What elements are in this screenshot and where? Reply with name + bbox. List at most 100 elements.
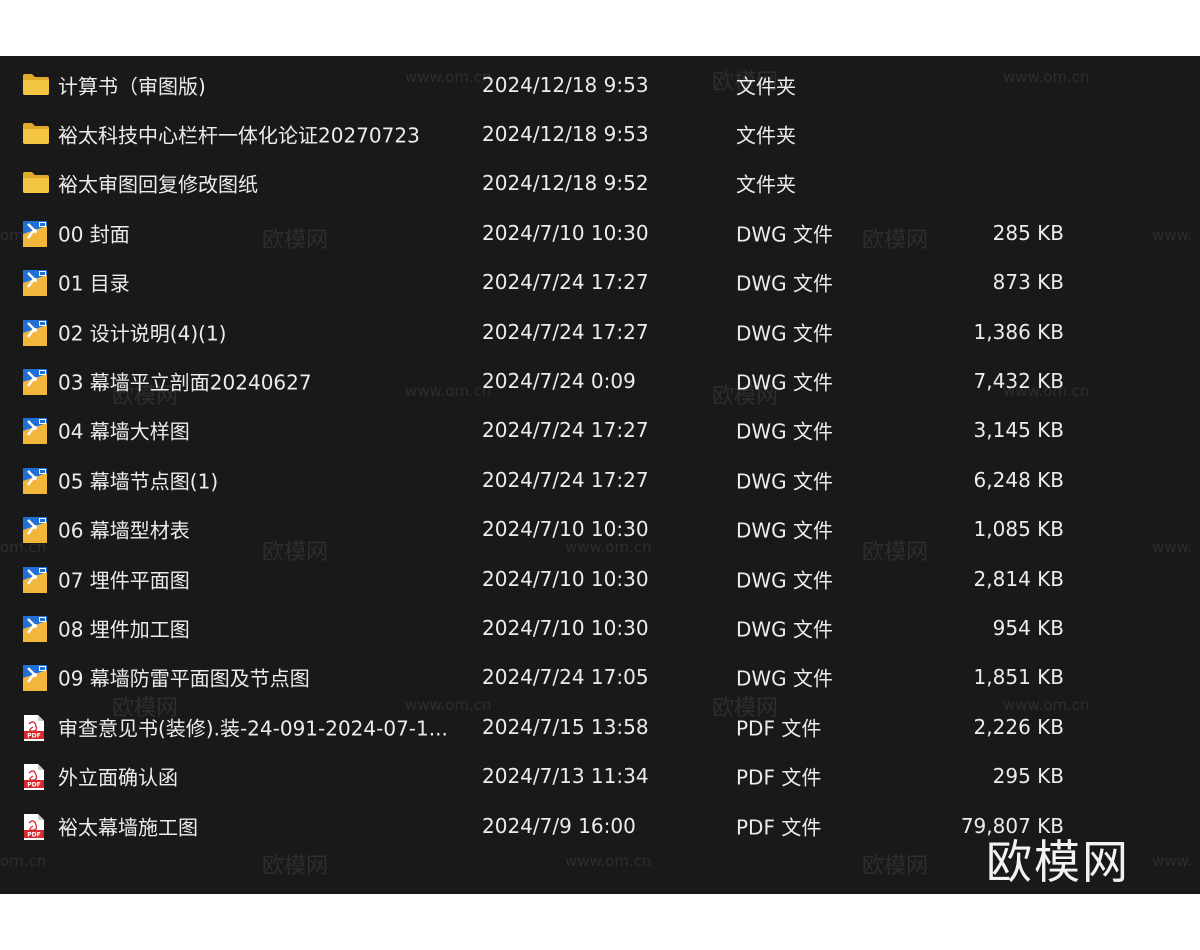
brand-watermark: 欧模网 <box>986 835 1130 889</box>
watermark-cn: 欧模网 <box>262 854 329 879</box>
file-date-modified: 2024/12/18 9:52 <box>482 171 649 196</box>
svg-text:PDF: PDF <box>27 732 40 739</box>
file-type: 文件夹 <box>736 123 796 148</box>
dwg-file-icon <box>22 467 50 494</box>
folder-icon <box>22 121 50 147</box>
file-size: 954 KB <box>992 615 1064 640</box>
file-date-modified: 2024/7/10 10:30 <box>482 566 649 591</box>
file-row[interactable]: 04 幕墙大样图 2024/7/24 17:27 DWG 文件 3,145 KB <box>0 406 1200 455</box>
dwg-file-icon <box>22 368 50 396</box>
dwg-file-icon <box>22 220 50 247</box>
file-date-modified: 2024/7/15 13:58 <box>482 714 649 739</box>
file-date-modified: 2024/7/24 0:09 <box>482 369 636 394</box>
file-rows: 计算书（审图版) 2024/12/18 9:53 文件夹 裕太科技中心栏杆一体化… <box>0 60 1200 850</box>
file-date-modified: 2024/7/9 16:00 <box>482 813 636 838</box>
file-row[interactable]: PDF 外立面确认函 2024/7/13 11:34 PDF 文件 295 KB <box>0 751 1200 800</box>
file-type: DWG 文件 <box>736 271 834 296</box>
dwg-file-icon <box>22 664 50 692</box>
dwg-file-icon <box>22 319 50 346</box>
file-size: 295 KB <box>992 764 1064 789</box>
file-size: 1,851 KB <box>973 665 1064 690</box>
file-size: 2,226 KB <box>973 714 1064 739</box>
file-row[interactable]: 00 封面 2024/7/10 10:30 DWG 文件 285 KB <box>0 208 1200 257</box>
file-size: 3,145 KB <box>973 418 1064 443</box>
file-size: 7,432 KB <box>973 369 1064 394</box>
file-name: 计算书（审图版) <box>58 74 206 99</box>
file-name: 裕太审图回复修改图纸 <box>58 172 258 197</box>
file-row[interactable]: 裕太审图回复修改图纸 2024/12/18 9:52 文件夹 <box>0 159 1200 208</box>
file-type: DWG 文件 <box>736 370 834 395</box>
file-name: 03 幕墙平立剖面20240627 <box>58 370 312 395</box>
file-type: DWG 文件 <box>736 568 834 593</box>
watermark-url: www. <box>1152 852 1193 870</box>
pdf-file-icon: PDF <box>22 813 50 840</box>
file-name: 08 埋件加工图 <box>58 617 190 642</box>
file-type: PDF 文件 <box>736 716 822 741</box>
file-size: 1,085 KB <box>973 517 1064 542</box>
file-row[interactable]: 08 埋件加工图 2024/7/10 10:30 DWG 文件 954 KB <box>0 603 1200 652</box>
watermark-url: om.cn <box>0 852 47 870</box>
file-type: 文件夹 <box>736 172 796 197</box>
file-name: 00 封面 <box>58 222 130 247</box>
file-name: 07 埋件平面图 <box>58 568 190 593</box>
watermark-url: www.om.cn <box>565 852 652 870</box>
file-date-modified: 2024/7/24 17:27 <box>482 467 649 492</box>
file-name: 05 幕墙节点图(1) <box>58 469 219 494</box>
folder-icon <box>22 72 50 98</box>
file-type: DWG 文件 <box>736 666 834 691</box>
file-row[interactable]: 裕太科技中心栏杆一体化论证20270723 2024/12/18 9:53 文件… <box>0 109 1200 158</box>
file-type: DWG 文件 <box>736 518 834 543</box>
file-size: 1,386 KB <box>973 319 1064 344</box>
file-size: 285 KB <box>992 220 1064 245</box>
file-list-panel: www.om.cn 欧模网 www.om.cn om.cn 欧模网 欧模网 ww… <box>0 56 1200 894</box>
dwg-file-icon <box>22 269 50 297</box>
file-type: DWG 文件 <box>736 469 834 494</box>
file-date-modified: 2024/7/24 17:27 <box>482 319 649 344</box>
watermark-cn: 欧模网 <box>862 854 929 879</box>
file-name: 09 幕墙防雷平面图及节点图 <box>58 666 310 691</box>
file-date-modified: 2024/7/24 17:05 <box>482 665 649 690</box>
file-type: PDF 文件 <box>736 815 822 840</box>
file-date-modified: 2024/7/10 10:30 <box>482 220 649 245</box>
file-type: DWG 文件 <box>736 419 834 444</box>
file-row[interactable]: PDF 审查意见书(装修).装-24-091-2024-07-1... 2024… <box>0 702 1200 751</box>
dwg-file-icon <box>22 516 50 544</box>
file-date-modified: 2024/7/24 17:27 <box>482 270 649 295</box>
file-row[interactable]: 01 目录 2024/7/24 17:27 DWG 文件 873 KB <box>0 258 1200 307</box>
file-row[interactable]: 计算书（审图版) 2024/12/18 9:53 文件夹 <box>0 60 1200 109</box>
file-size: 873 KB <box>992 270 1064 295</box>
file-name: 04 幕墙大样图 <box>58 419 190 444</box>
file-date-modified: 2024/7/24 17:27 <box>482 418 649 443</box>
file-row[interactable]: 06 幕墙型材表 2024/7/10 10:30 DWG 文件 1,085 KB <box>0 505 1200 554</box>
file-type: PDF 文件 <box>736 765 822 790</box>
file-row[interactable]: 07 埋件平面图 2024/7/10 10:30 DWG 文件 2,814 KB <box>0 554 1200 603</box>
file-row[interactable]: 03 幕墙平立剖面20240627 2024/7/24 0:09 DWG 文件 … <box>0 356 1200 405</box>
file-type: DWG 文件 <box>736 222 834 247</box>
dwg-file-icon <box>22 566 50 593</box>
file-type: DWG 文件 <box>736 321 834 346</box>
pdf-file-icon: PDF <box>22 714 50 741</box>
file-row[interactable]: 02 设计说明(4)(1) 2024/7/24 17:27 DWG 文件 1,3… <box>0 307 1200 356</box>
file-name: 裕太科技中心栏杆一体化论证20270723 <box>58 123 420 148</box>
dwg-file-icon <box>22 615 50 642</box>
file-row[interactable]: 05 幕墙节点图(1) 2024/7/24 17:27 DWG 文件 6,248… <box>0 455 1200 504</box>
file-size: 6,248 KB <box>973 467 1064 492</box>
file-name: 01 目录 <box>58 271 130 296</box>
file-date-modified: 2024/12/18 9:53 <box>482 122 649 147</box>
file-name: 02 设计说明(4)(1) <box>58 321 227 346</box>
file-date-modified: 2024/7/10 10:30 <box>482 615 649 640</box>
file-name: 外立面确认函 <box>58 765 178 790</box>
file-name: 裕太幕墙施工图 <box>58 815 198 840</box>
file-type: 文件夹 <box>736 74 796 99</box>
file-size: 2,814 KB <box>973 566 1064 591</box>
file-date-modified: 2024/7/10 10:30 <box>482 517 649 542</box>
file-date-modified: 2024/12/18 9:53 <box>482 72 649 97</box>
file-date-modified: 2024/7/13 11:34 <box>482 764 649 789</box>
dwg-file-icon <box>22 417 50 445</box>
file-name: 06 幕墙型材表 <box>58 518 190 543</box>
svg-text:PDF: PDF <box>27 782 40 789</box>
pdf-file-icon: PDF <box>22 763 50 791</box>
file-name: 审查意见书(装修).装-24-091-2024-07-1... <box>58 716 448 741</box>
svg-text:PDF: PDF <box>27 831 40 838</box>
file-row[interactable]: 09 幕墙防雷平面图及节点图 2024/7/24 17:05 DWG 文件 1,… <box>0 653 1200 702</box>
